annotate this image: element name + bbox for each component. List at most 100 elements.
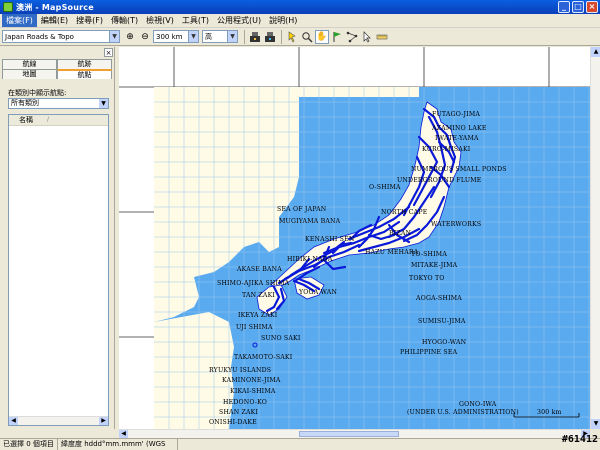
map-canvas[interactable] — [119, 47, 590, 429]
map-label: KENASHI SEN — [305, 236, 355, 243]
map-label: AKASE BANA — [237, 266, 282, 273]
category-filter-value: 所有類別 — [11, 99, 39, 107]
menu-edit[interactable]: 編輯(E) — [37, 14, 72, 27]
menu-transfer[interactable]: 傳輸(T) — [107, 14, 142, 27]
map-label: UJI SHIMA — [236, 324, 273, 331]
map-product-value: Japan Roads & Topo — [5, 32, 74, 41]
maximize-button[interactable]: □ — [572, 1, 584, 13]
detail-select[interactable]: 高 ▼ — [202, 30, 238, 43]
scroll-up-icon[interactable]: ▲ — [591, 47, 600, 57]
waypoint-tool-icon[interactable] — [330, 30, 344, 44]
map-label: SUMISU-JIMA — [418, 318, 466, 325]
map-label: YOGA WAN — [299, 289, 338, 296]
title-bar: 澳洲 - MapSource _ □ × — [0, 0, 600, 14]
scroll-thumb[interactable] — [299, 431, 399, 437]
map-view[interactable]: FUTAGO-JIMA AZAMINO LAKE IWATE-YAMA KURO… — [119, 47, 590, 429]
route-tool-icon[interactable] — [345, 30, 359, 44]
status-bar: 已選擇 0 個項目 緯度度 hddd°mm.mmm' (WGS 84) — [0, 438, 600, 450]
pointer-tool-icon[interactable] — [360, 30, 374, 44]
map-label: KURO-MISAKI — [422, 146, 471, 153]
map-label: TOKYO TO — [409, 275, 445, 282]
toolbar-separator — [244, 29, 245, 44]
map-label: (UNDER U.S. ADMINISTRATION) — [407, 409, 519, 416]
map-label: AOGA-SHIMA — [416, 295, 462, 302]
menu-utilities[interactable]: 公用程式(U) — [213, 14, 265, 27]
zoom-in-icon[interactable]: ⊕ — [123, 30, 137, 44]
map-label: FUTAGO-JIMA — [432, 111, 481, 118]
send-to-device-icon[interactable] — [263, 30, 277, 44]
select-tool-icon[interactable] — [285, 30, 299, 44]
chevron-down-icon: ▼ — [227, 31, 237, 42]
menu-file[interactable]: 檔案(F) — [2, 14, 37, 27]
close-button[interactable]: × — [586, 1, 598, 13]
map-label: BIZAN — [389, 230, 412, 237]
scroll-left-icon[interactable]: ◀ — [119, 430, 128, 438]
tab-routes[interactable]: 航線 — [2, 59, 57, 69]
receive-from-device-icon[interactable] — [248, 30, 262, 44]
menu-bar: 檔案(F) 編輯(E) 搜尋(F) 傳輸(T) 檢視(V) 工具(T) 公用程式… — [0, 14, 600, 28]
map-vertical-scrollbar[interactable]: ▲ ▼ — [590, 47, 600, 429]
map-label: WATERWORKS — [431, 221, 482, 228]
zoom-tool-icon[interactable] — [300, 30, 314, 44]
coordinate-format-status: 緯度度 hddd°mm.mmm' (WGS 84) — [58, 439, 178, 450]
map-label: PHILIPPINE SEA — [400, 349, 458, 356]
hand-tool-icon[interactable]: ✋ — [315, 29, 329, 44]
map-label: ONISHI-DAKE — [209, 419, 257, 426]
map-label: MUGIYAMA BANA — [279, 218, 341, 225]
waypoint-list[interactable]: 名稱 / ◀ ▶ — [8, 114, 109, 426]
chevron-down-icon: ▼ — [188, 31, 198, 42]
menu-find[interactable]: 搜尋(F) — [72, 14, 107, 27]
list-horizontal-scrollbar[interactable]: ◀ ▶ — [9, 416, 108, 425]
image-watermark: #61412 — [561, 434, 598, 445]
category-filter-select[interactable]: 所有類別 ▼ — [8, 98, 109, 109]
chevron-down-icon: ▼ — [109, 31, 119, 42]
window-title: 澳洲 - MapSource — [16, 2, 94, 12]
detail-value: 高 — [205, 32, 212, 41]
chevron-down-icon: ▼ — [99, 99, 108, 108]
column-header-name[interactable]: 名稱 / — [9, 115, 108, 126]
menu-help[interactable]: 說明(H) — [265, 14, 301, 27]
category-filter-label: 在類別中顯示航點: — [8, 89, 67, 97]
scale-label: 300 km — [537, 409, 562, 416]
map-label: SHIMO-AJIKA SHIMA — [217, 280, 290, 287]
scroll-left-icon[interactable]: ◀ — [9, 417, 18, 425]
tab-waypoints[interactable]: 航點 — [57, 69, 112, 79]
minimize-button[interactable]: _ — [558, 1, 570, 13]
map-label: NUMEROUS SMALL PONDS — [411, 166, 507, 173]
menu-tools[interactable]: 工具(T) — [178, 14, 213, 27]
map-label: TAKAMOTO-SAKI — [234, 354, 293, 361]
map-product-select[interactable]: Japan Roads & Topo ▼ — [2, 30, 120, 43]
measure-tool-icon[interactable] — [375, 30, 389, 44]
map-label: RYUKYU ISLANDS — [209, 367, 272, 374]
map-label: IWATE-YAMA — [435, 135, 479, 142]
map-label: O-SHIMA — [369, 184, 401, 191]
map-label: KIKAI-SHIMA — [230, 388, 276, 395]
map-label: KAMINONE-JIMA — [222, 377, 281, 384]
map-label: NORTH CAPE — [381, 209, 428, 216]
map-label: GONO-IWA — [459, 401, 497, 408]
sort-indicator-icon: / — [47, 116, 50, 123]
zoom-scale-select[interactable]: 300 km ▼ — [153, 30, 199, 43]
map-label: HEDONO-KO — [223, 399, 268, 406]
toolbar: Japan Roads & Topo ▼ ⊕ ⊖ 300 km ▼ 高 ▼ ✋ — [0, 28, 600, 46]
map-label: HYOGO-WAN — [422, 339, 467, 346]
map-label: IKEYA ZAKI — [238, 312, 278, 319]
toolbar-separator — [281, 29, 282, 44]
tab-tracks[interactable]: 航跡 — [57, 59, 112, 69]
map-label: AZAMINO LAKE — [432, 125, 487, 132]
map-label: SUNO SAKI — [261, 335, 301, 342]
menu-view[interactable]: 檢視(V) — [142, 14, 178, 27]
tab-maps[interactable]: 地圖 — [2, 69, 57, 79]
left-panel: × 航線 航跡 地圖 航點 在類別中顯示航點: 所有類別 ▼ 名稱 / ◀ ▶ — [0, 47, 115, 429]
map-label: TAN ZAKI — [242, 292, 276, 299]
zoom-out-icon[interactable]: ⊖ — [138, 30, 152, 44]
close-panel-button[interactable]: × — [104, 48, 113, 57]
scroll-right-icon[interactable]: ▶ — [99, 417, 108, 425]
map-label: TO-SHIMA — [411, 251, 448, 258]
map-label: UNDERGROUND FLUME — [397, 177, 482, 184]
mapsource-app-icon — [3, 2, 13, 12]
scroll-down-icon[interactable]: ▼ — [591, 419, 600, 429]
map-label: SEA OF JAPAN — [277, 206, 327, 213]
map-horizontal-scrollbar[interactable]: ◀ ▶ — [119, 429, 590, 438]
column-header-name-label: 名稱 — [19, 116, 33, 124]
